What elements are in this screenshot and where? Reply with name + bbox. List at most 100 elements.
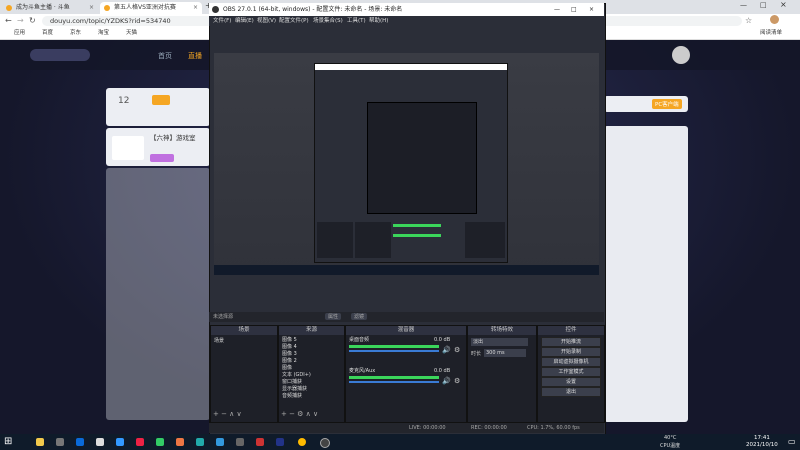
obs-menu-bar: 文件(F) 编辑(E) 视图(V) 配置文件(P) 场景集合(S) 工具(T) … <box>209 16 604 26</box>
obs-maximize-icon[interactable]: □ <box>571 3 577 16</box>
virtual-camera-button[interactable]: 启动虚拟摄像机 <box>541 357 601 367</box>
app-icon[interactable] <box>116 438 124 446</box>
bookmark-apps[interactable]: 应用 <box>14 28 25 39</box>
app-icon[interactable] <box>76 438 84 446</box>
source-item[interactable]: 图像 5 <box>282 337 297 344</box>
exit-button[interactable]: 退出 <box>541 387 601 397</box>
file-explorer-icon[interactable] <box>36 438 44 446</box>
app-icon[interactable] <box>136 438 144 446</box>
streamer-panel: 【六神】游戏室 <box>106 128 210 166</box>
profile-avatar[interactable] <box>770 15 779 24</box>
obs-title-bar: OBS 27.0.1 (64-bit, windows) - 配置文件: 未命名… <box>209 3 604 16</box>
pc-client-button[interactable]: PC客户端 <box>652 99 682 109</box>
app-icon[interactable] <box>56 438 64 446</box>
speaker-icon[interactable]: 🔊 <box>442 377 451 385</box>
menu-edit[interactable]: 编辑(E) <box>235 16 254 26</box>
captured-taskbar <box>214 265 599 275</box>
obs-taskbar-icon[interactable] <box>320 438 330 448</box>
back-icon[interactable]: ← <box>5 16 12 25</box>
chrome-icon[interactable] <box>298 438 306 446</box>
windows-start-icon[interactable]: ⊞ <box>4 436 12 447</box>
close-icon[interactable]: × <box>193 2 198 14</box>
follow-button[interactable] <box>150 154 174 162</box>
bookmark-jd[interactable]: 京东 <box>70 28 81 39</box>
weather-temp[interactable]: 40°C <box>664 435 676 441</box>
notification-icon[interactable]: ▭ <box>788 437 796 446</box>
steam-icon[interactable] <box>276 438 284 446</box>
studio-mode-button[interactable]: 工作室模式 <box>541 367 601 377</box>
app-icon[interactable] <box>256 438 264 446</box>
source-item[interactable]: 窗口捕获 <box>282 379 302 386</box>
browser-tab-0[interactable]: 成为斗鱼主播 · 斗鱼 × <box>2 2 98 14</box>
gear-icon[interactable]: ⚙ <box>454 346 460 354</box>
menu-profile[interactable]: 配置文件(P) <box>279 16 309 26</box>
forward-icon[interactable]: → <box>17 16 24 25</box>
reload-icon[interactable]: ↻ <box>29 16 36 25</box>
user-avatar[interactable] <box>672 46 690 64</box>
start-streaming-button[interactable]: 开始推流 <box>541 337 601 347</box>
volume-slider[interactable] <box>349 381 439 383</box>
source-item[interactable]: 文本 (GDI+) <box>282 372 311 379</box>
gear-icon[interactable]: ⚙ <box>454 377 460 385</box>
scenes-dock-title: 场景 <box>211 326 277 335</box>
app-icon[interactable] <box>96 438 104 446</box>
bookmark-taobao[interactable]: 淘宝 <box>98 28 109 39</box>
source-item[interactable]: 图像 2 <box>282 358 297 365</box>
nav-live[interactable]: 直播 <box>188 51 202 61</box>
source-item[interactable]: 图像 4 <box>282 344 297 351</box>
properties-button[interactable]: 属性 <box>325 313 342 320</box>
nav-home[interactable]: 首页 <box>158 51 172 61</box>
reading-list[interactable]: 阅读清单 <box>760 28 782 39</box>
bookmark-tmall[interactable]: 天猫 <box>126 28 137 39</box>
menu-view[interactable]: 视图(V) <box>257 16 276 26</box>
menu-scene-collection[interactable]: 场景集合(S) <box>313 16 343 26</box>
speaker-icon[interactable]: 🔊 <box>442 346 451 354</box>
obs-preview[interactable] <box>214 53 599 275</box>
source-item[interactable]: 图像 <box>282 365 292 372</box>
sources-dock: 来源 图像 5 图像 4 图像 3 图像 2 图像 文本 (GDI+) 窗口捕获… <box>278 325 345 423</box>
scene-item[interactable]: 场景 <box>214 338 224 345</box>
tab-label: 成为斗鱼主播 · 斗鱼 <box>16 4 70 11</box>
audio-meter <box>349 376 439 379</box>
maximize-icon[interactable]: □ <box>760 1 767 9</box>
browser-tab-1[interactable]: 第五人格VS亚洲对抗赛 × <box>100 2 202 14</box>
source-item[interactable]: 音频捕获 <box>282 393 302 400</box>
duration-label: 时长 <box>471 351 482 357</box>
scenes-dock: 场景 场景 + − ∧ ∨ <box>210 325 278 423</box>
left-content-area <box>106 168 210 420</box>
app-icon[interactable] <box>216 438 224 446</box>
volume-slider[interactable] <box>349 350 439 352</box>
douyu-logo[interactable] <box>30 49 90 61</box>
clock-date[interactable]: 2021/10/10 <box>746 442 778 448</box>
audio-meter <box>349 345 439 348</box>
obs-close-icon[interactable]: × <box>589 3 594 16</box>
settings-button[interactable]: 设置 <box>541 377 601 387</box>
clock-time[interactable]: 17:41 <box>754 435 770 441</box>
start-recording-button[interactable]: 开始录制 <box>541 347 601 357</box>
source-item[interactable]: 显示器捕获 <box>282 386 307 393</box>
star-icon[interactable]: ☆ <box>745 16 752 25</box>
edge-icon[interactable] <box>196 438 204 446</box>
live-timer: LIVE: 00:00:00 <box>409 425 446 431</box>
obs-minimize-icon[interactable]: — <box>554 3 560 16</box>
controls-dock: 控件 开始推流 开始录制 启动虚拟摄像机 工作室模式 设置 退出 <box>537 325 605 423</box>
duration-input[interactable]: 300 ms <box>484 349 526 357</box>
sources-dock-title: 来源 <box>279 326 344 335</box>
menu-help[interactable]: 帮助(H) <box>369 16 388 26</box>
bookmark-baidu[interactable]: 百度 <box>42 28 53 39</box>
source-item[interactable]: 图像 3 <box>282 351 297 358</box>
window-close-icon[interactable]: × <box>780 0 787 9</box>
close-icon[interactable]: × <box>89 2 94 14</box>
minimize-icon[interactable]: — <box>740 1 747 9</box>
scene-add-remove-controls[interactable]: + − ∧ ∨ <box>213 410 242 418</box>
mixer-track-name: 麦克风/Aux <box>349 368 376 374</box>
app-icon[interactable] <box>176 438 184 446</box>
menu-tools[interactable]: 工具(T) <box>347 16 366 26</box>
menu-file[interactable]: 文件(F) <box>213 16 231 26</box>
app-icon[interactable] <box>156 438 164 446</box>
transition-select[interactable]: 淡出 <box>471 338 528 346</box>
source-add-remove-controls[interactable]: + − ⚙ ∧ ∨ <box>281 410 318 418</box>
filters-button[interactable]: 滤镜 <box>351 313 368 320</box>
app-icon[interactable] <box>236 438 244 446</box>
mixer-track-db: 0.0 dB <box>434 368 451 374</box>
